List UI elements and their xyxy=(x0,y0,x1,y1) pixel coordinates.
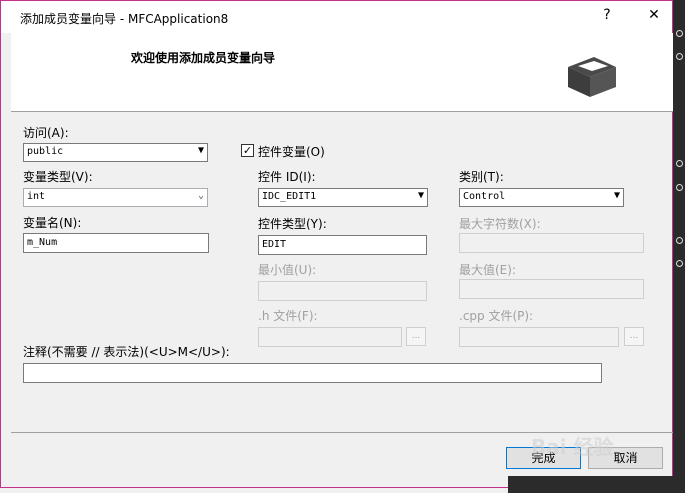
control-id-combobox[interactable]: IDC_EDIT1 ▼ xyxy=(258,188,428,207)
category-value: Control xyxy=(463,191,506,202)
close-button[interactable]: ✕ xyxy=(641,7,667,27)
comment-label: 注释(不需要 // 表示法)(<U>M</U>): xyxy=(23,345,230,359)
max-value-input xyxy=(459,279,644,299)
background-dot xyxy=(676,237,683,244)
cpp-file-input xyxy=(459,327,619,347)
background-taskbar-edge xyxy=(508,476,685,493)
min-value-input xyxy=(258,281,427,301)
h-file-label: .h 文件(F): xyxy=(258,309,318,323)
dropdown-arrow-icon: ▼ xyxy=(613,190,620,201)
variable-type-label: 变量类型(V): xyxy=(23,170,93,184)
background-dot xyxy=(676,184,683,191)
access-combobox[interactable]: public ▼ xyxy=(23,143,208,162)
access-label: 访问(A): xyxy=(23,126,69,140)
variable-name-input[interactable]: m_Num xyxy=(23,233,209,253)
category-combobox[interactable]: Control ▼ xyxy=(459,188,624,207)
h-file-browse-button: ... xyxy=(406,327,426,346)
help-button[interactable]: ? xyxy=(594,7,620,27)
control-id-value: IDC_EDIT1 xyxy=(262,191,317,202)
window-title: 添加成员变量向导 - MFCApplication8 xyxy=(20,12,229,26)
background-dot xyxy=(676,30,683,37)
title-bar[interactable]: 添加成员变量向导 - MFCApplication8 ? ✕ xyxy=(1,1,672,33)
max-value-label: 最大值(E): xyxy=(459,263,516,277)
min-value-label: 最小值(U): xyxy=(258,263,317,277)
add-member-variable-wizard-window: 添加成员变量向导 - MFCApplication8 ? ✕ 欢迎使用添加成员变… xyxy=(0,0,675,488)
dropdown-arrow-icon: ▼ xyxy=(417,190,424,201)
checkmark-icon: ✓ xyxy=(242,144,253,157)
variable-type-value: int xyxy=(27,191,46,202)
access-value: public xyxy=(27,146,64,157)
comment-input[interactable] xyxy=(23,363,602,383)
control-variable-label: 控件变量(O) xyxy=(258,145,325,159)
background-dot xyxy=(676,160,683,167)
background-window-edge xyxy=(673,0,685,493)
control-type-label: 控件类型(Y): xyxy=(258,217,327,231)
dropdown-arrow-icon: ⌄ xyxy=(197,190,204,201)
background-dot xyxy=(676,260,683,267)
control-type-input[interactable]: EDIT xyxy=(258,235,427,255)
max-chars-input xyxy=(459,233,644,253)
max-chars-label: 最大字符数(X): xyxy=(459,217,541,231)
cpp-file-browse-button: ... xyxy=(624,327,644,346)
category-label: 类别(T): xyxy=(459,170,504,184)
dropdown-arrow-icon: ▼ xyxy=(197,145,204,156)
header-title: 欢迎使用添加成员变量向导 xyxy=(131,51,276,65)
header-banner: 欢迎使用添加成员变量向导 xyxy=(11,33,675,112)
variable-type-combobox[interactable]: int ⌄ xyxy=(23,188,208,207)
control-id-label: 控件 ID(I): xyxy=(258,170,316,184)
control-variable-checkbox[interactable]: ✓ xyxy=(241,144,254,157)
variable-name-label: 变量名(N): xyxy=(23,216,82,230)
h-file-input xyxy=(258,327,402,347)
cpp-file-label: .cpp 文件(P): xyxy=(459,309,534,323)
box-icon xyxy=(568,57,616,97)
background-dot xyxy=(676,53,683,60)
watermark: Bai 经验 xyxy=(531,435,614,459)
